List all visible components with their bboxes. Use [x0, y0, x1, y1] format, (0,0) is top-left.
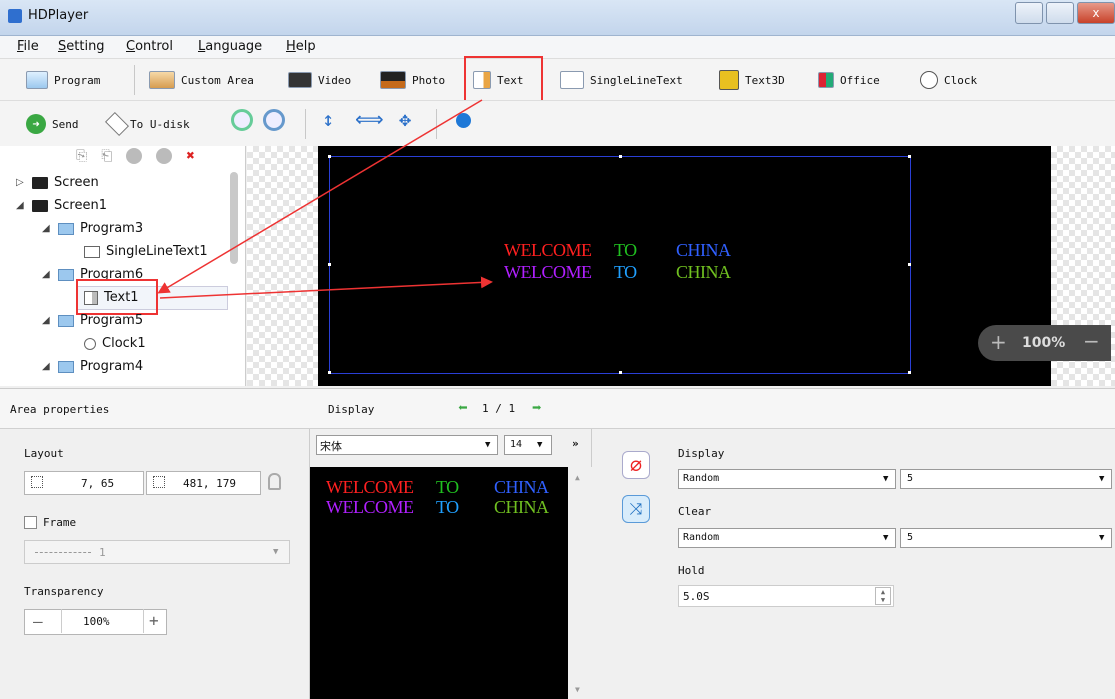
spin-arrows-icon[interactable]: ▲ ▼	[875, 587, 891, 605]
frame-label: Frame	[43, 516, 77, 529]
transparency-stepper[interactable]: — 100% +	[24, 609, 167, 635]
editor-word: TO	[436, 497, 459, 517]
panel-header: Area properties	[0, 389, 310, 429]
no-effect-icon[interactable]: ⌀	[622, 451, 650, 479]
clear-label: Clear	[678, 505, 712, 518]
decrease-button[interactable]: —	[33, 612, 43, 631]
position-field[interactable]: 7, 65	[24, 471, 144, 495]
more-icon[interactable]: »	[572, 437, 579, 450]
panel-header	[592, 389, 1115, 429]
chevron-down-icon: ▼	[1099, 474, 1105, 484]
stepper-divider	[143, 609, 144, 633]
panel-header: Display ⬅ 1 / 1 ➡	[310, 389, 592, 429]
display-speed-select[interactable]: 5 ▼	[900, 469, 1112, 489]
stepper-divider	[61, 609, 62, 633]
editor-word: WELCOME	[326, 497, 414, 517]
page-indicator: 1 / 1	[482, 402, 516, 415]
chevron-down-icon: ▼	[485, 440, 491, 450]
font-size-select[interactable]: 14 ▼	[504, 435, 552, 455]
frame-select[interactable]: 1 ▼	[24, 540, 290, 564]
lock-icon[interactable]	[268, 473, 281, 490]
hold-stepper[interactable]: 5.0S ▲ ▼	[678, 585, 894, 607]
font-select[interactable]: 宋体 ▼	[316, 435, 498, 455]
size-field[interactable]: 481, 179	[146, 471, 261, 495]
area-properties-panel: Area properties Layout 7, 65 481, 179 Fr…	[0, 389, 310, 699]
transparency-label: Transparency	[24, 585, 104, 598]
properties-area: Area properties Layout 7, 65 481, 179 Fr…	[0, 388, 1115, 699]
position-icon	[31, 476, 43, 488]
scroll-up-icon[interactable]: ▲	[575, 473, 580, 482]
display-label: Display	[678, 447, 725, 460]
effects-panel: ⌀ ⤨ Display Random ▼ 5 ▼ Clear Random ▼ …	[592, 389, 1115, 699]
chevron-down-icon: ▼	[883, 533, 889, 543]
increase-button[interactable]: +	[149, 611, 159, 630]
frame-line-preview	[35, 552, 91, 553]
layout-label: Layout	[24, 447, 64, 460]
frame-checkbox[interactable]	[24, 516, 37, 529]
editor-word: WELCOME	[326, 477, 414, 497]
prev-page-icon[interactable]: ⬅	[458, 398, 468, 417]
editor-scrollbar[interactable]: ▲ ▼	[568, 467, 592, 699]
clear-speed-select[interactable]: 5 ▼	[900, 528, 1112, 548]
size-icon	[153, 476, 165, 488]
editor-word: CHINA	[494, 497, 549, 517]
display-panel: Display ⬅ 1 / 1 ➡ 宋体 ▼ 14 ▼ » ▲ ▼ WELCOM…	[310, 389, 592, 699]
editor-word: CHINA	[494, 477, 549, 497]
next-page-icon[interactable]: ➡	[532, 398, 542, 417]
hold-label: Hold	[678, 564, 705, 577]
editor-word: TO	[436, 477, 459, 497]
display-effect-select[interactable]: Random ▼	[678, 469, 896, 489]
clear-effect-select[interactable]: Random ▼	[678, 528, 896, 548]
chevron-down-icon: ▼	[537, 440, 543, 450]
chevron-down-icon: ▼	[883, 474, 889, 484]
chevron-down-icon: ▼	[273, 547, 279, 557]
scroll-down-icon[interactable]: ▼	[575, 685, 580, 694]
chevron-down-icon: ▼	[1099, 533, 1105, 543]
random-effect-icon[interactable]: ⤨	[622, 495, 650, 523]
